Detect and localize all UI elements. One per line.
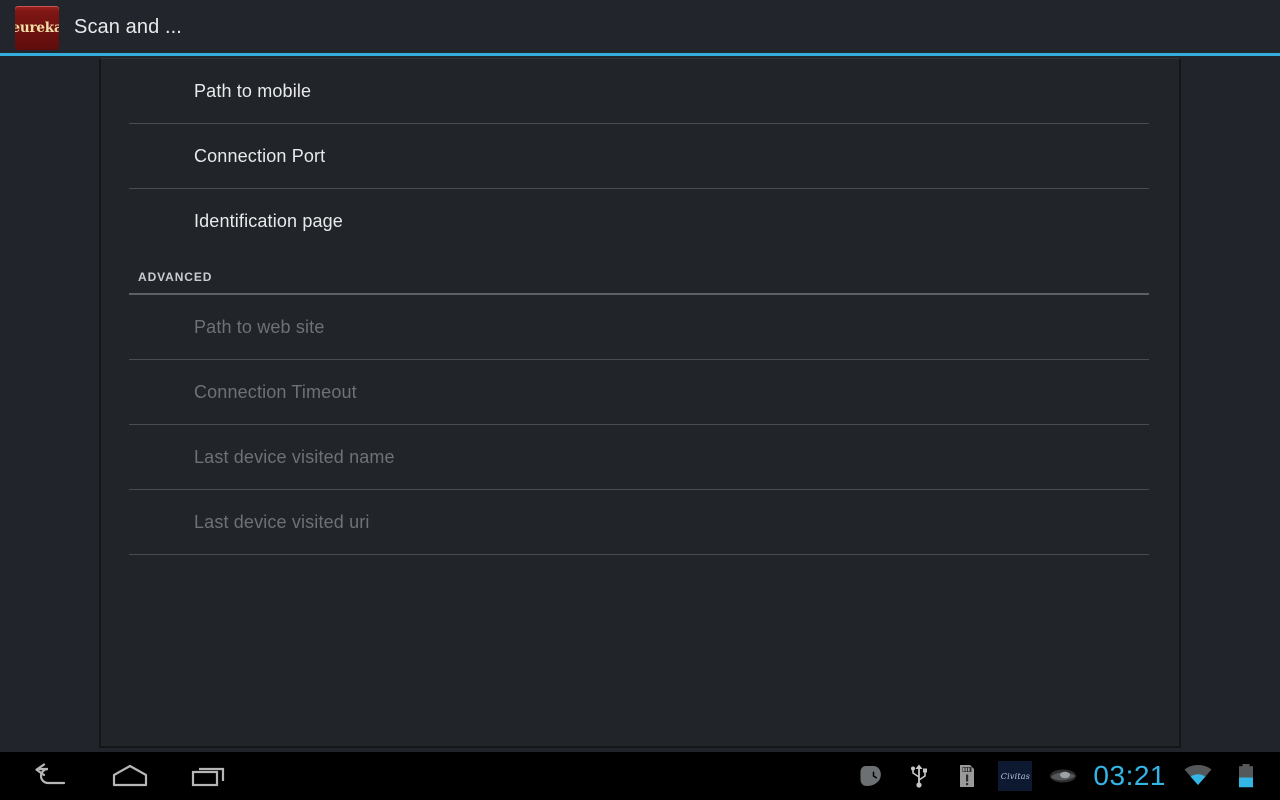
preference-title: Connection Port (194, 146, 326, 166)
android-screen: eureka Scan and ... Path to mobile Conne… (0, 0, 1280, 800)
action-bar: eureka Scan and ... (0, 0, 1280, 55)
accent-divider (0, 53, 1280, 56)
eye-icon-wrap[interactable] (1039, 756, 1087, 796)
battery-icon (1239, 764, 1253, 788)
preference-list: Path to mobile Connection Port Identific… (101, 59, 1179, 555)
app-icon-label: eureka (15, 19, 59, 36)
civitas-app-icon: Civitas (998, 761, 1033, 791)
preference-title: Path to mobile (194, 81, 312, 101)
battery-icon-wrap[interactable] (1222, 756, 1270, 796)
page-title: Scan and ... (74, 16, 182, 38)
skype-clock-icon (860, 765, 882, 786)
preference-title: Path to web site (194, 317, 325, 337)
app-icon[interactable]: eureka (15, 5, 59, 50)
recent-apps-button[interactable] (182, 756, 238, 796)
status-tray[interactable]: Civitas 03:21 (847, 756, 1280, 796)
home-icon (112, 764, 148, 787)
back-button[interactable] (22, 756, 78, 796)
back-arrow-icon (35, 763, 66, 785)
home-button[interactable] (102, 756, 158, 796)
preference-item-connection-timeout: Connection Timeout (101, 360, 1179, 425)
preference-item-path-to-web-site: Path to web site (101, 295, 1179, 360)
section-header-advanced: ADVANCED (101, 254, 1179, 295)
preference-item-last-device-visited-name: Last device visited name (101, 425, 1179, 490)
wifi-icon (1184, 765, 1212, 785)
usb-icon-wrap[interactable] (895, 756, 943, 796)
preference-title: Identification page (194, 211, 343, 231)
sim-card-alert-icon-wrap[interactable] (943, 756, 991, 796)
section-header-label: ADVANCED (138, 270, 213, 284)
preference-title: Last device visited uri (194, 512, 370, 532)
preference-title: Last device visited name (194, 447, 395, 467)
skype-clock-icon-wrap[interactable] (847, 756, 895, 796)
preferences-panel: Path to mobile Connection Port Identific… (99, 58, 1181, 748)
system-navigation-bar: Civitas 03:21 (0, 752, 1280, 800)
preference-item-identification-page[interactable]: Identification page (101, 189, 1179, 254)
list-divider (129, 554, 1149, 555)
status-clock[interactable]: 03:21 (1087, 760, 1174, 792)
civitas-app-icon-wrap[interactable]: Civitas (991, 756, 1039, 796)
eye-icon (1050, 769, 1077, 783)
sim-card-alert-icon (960, 765, 975, 787)
navigation-buttons (0, 756, 260, 796)
wifi-icon-wrap[interactable] (1174, 756, 1222, 796)
preference-title: Connection Timeout (194, 382, 357, 402)
preference-item-path-to-mobile[interactable]: Path to mobile (101, 59, 1179, 124)
usb-icon (911, 764, 928, 788)
civitas-app-icon-label: Civitas (1000, 771, 1031, 781)
preference-item-last-device-visited-uri: Last device visited uri (101, 490, 1179, 555)
recent-apps-icon (191, 767, 225, 787)
preference-item-connection-port[interactable]: Connection Port (101, 124, 1179, 189)
